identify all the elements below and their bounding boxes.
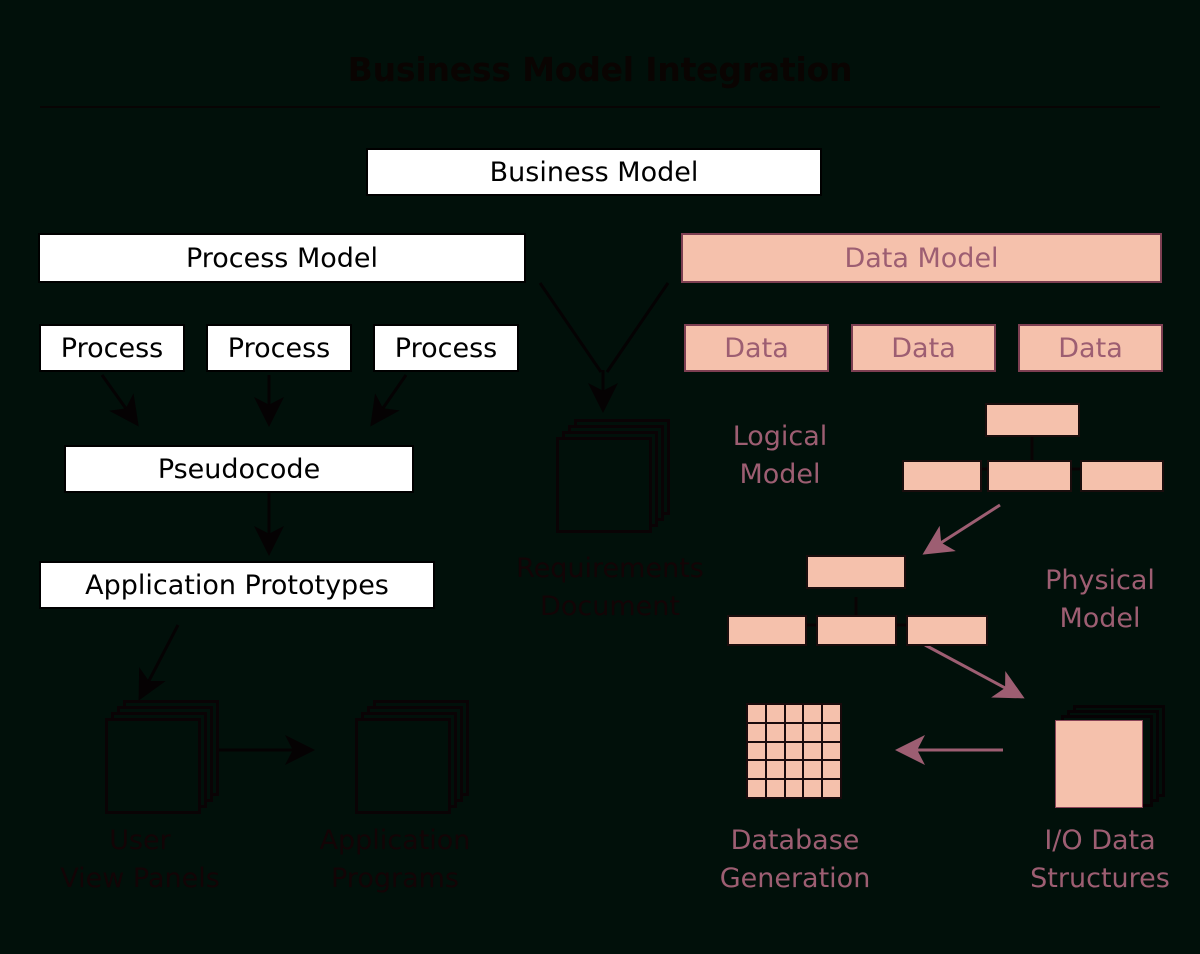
- database-grid-cell: [785, 723, 803, 741]
- caption-physical-model: Physical Model: [990, 562, 1200, 639]
- caption-line: Logical: [732, 421, 828, 452]
- caption-requirements-document: Requirements Document: [460, 550, 760, 627]
- database-grid-cell: [823, 705, 840, 722]
- box-process-1[interactable]: Process: [39, 324, 185, 372]
- document-sheet: [355, 718, 451, 814]
- database-grid-cell: [748, 723, 765, 741]
- box-process-2[interactable]: Process: [206, 324, 352, 372]
- physical-model-child-node[interactable]: [906, 615, 988, 646]
- database-grid-cell: [785, 761, 803, 779]
- database-grid-cell: [804, 723, 822, 741]
- database-grid-cell: [748, 780, 765, 797]
- icon-user-view-panels-stack: [105, 700, 219, 814]
- caption-line: Model: [1059, 603, 1141, 635]
- database-grid-cell: [766, 723, 784, 741]
- caption-line: I/O Data: [1044, 825, 1156, 856]
- database-grid-cell: [804, 705, 822, 722]
- caption-line: Application: [319, 825, 471, 856]
- caption-application-programs: Application Programs: [275, 822, 515, 899]
- database-grid-cell: [823, 761, 840, 779]
- box-data-model[interactable]: Data Model: [681, 233, 1162, 283]
- database-grid-cell: [748, 705, 765, 722]
- box-application-prototypes[interactable]: Application Prototypes: [39, 561, 435, 609]
- database-grid-cell: [748, 742, 765, 760]
- document-sheet: [105, 718, 201, 814]
- box-data-1[interactable]: Data: [684, 324, 829, 372]
- caption-io-data-structures: I/O Data Structures: [975, 822, 1200, 899]
- icon-requirements-document-stack: [556, 419, 670, 533]
- caption-line: Requirements: [516, 553, 704, 584]
- caption-line: Structures: [1030, 863, 1170, 895]
- database-grid-cell: [804, 780, 822, 797]
- document-sheet: [556, 437, 652, 533]
- document-sheet-front: [1055, 720, 1143, 808]
- database-grid-cell: [785, 705, 803, 722]
- icon-application-programs-stack: [355, 700, 469, 814]
- database-grid-cell: [766, 705, 784, 722]
- box-process-3[interactable]: Process: [373, 324, 519, 372]
- diagram-canvas: Business Model Integration Business Mode…: [0, 0, 1200, 954]
- database-grid-cell: [766, 742, 784, 760]
- box-pseudocode[interactable]: Pseudocode: [64, 445, 414, 493]
- caption-line: View Panels: [60, 863, 220, 895]
- database-grid-cell: [804, 761, 822, 779]
- caption-line: User: [109, 825, 171, 856]
- database-grid-cell: [748, 761, 765, 779]
- logical-model-child-node[interactable]: [1080, 460, 1164, 492]
- database-grid-cell: [785, 742, 803, 760]
- box-business-model[interactable]: Business Model: [366, 148, 822, 196]
- caption-line: Document: [540, 591, 680, 623]
- database-grid-cell: [785, 780, 803, 797]
- database-grid-cell: [766, 780, 784, 797]
- physical-model-child-node[interactable]: [727, 615, 807, 646]
- box-process-model[interactable]: Process Model: [38, 233, 526, 283]
- database-grid-cell: [823, 780, 840, 797]
- logical-model-child-node[interactable]: [987, 460, 1072, 492]
- database-grid-cell: [804, 742, 822, 760]
- page-title: Business Model Integration: [347, 50, 853, 89]
- box-data-3[interactable]: Data: [1018, 324, 1163, 372]
- icon-io-data-structures-stack: [1055, 705, 1165, 815]
- database-grid-cell: [823, 723, 840, 741]
- logical-model-root-node[interactable]: [985, 403, 1080, 437]
- title-divider: [40, 106, 1160, 108]
- physical-model-root-node[interactable]: [806, 555, 906, 589]
- caption-line: Model: [739, 459, 821, 491]
- box-data-2[interactable]: Data: [851, 324, 996, 372]
- caption-user-view-panels: User View Panels: [20, 822, 260, 899]
- caption-line: Programs: [331, 863, 459, 895]
- caption-logical-model: Logical Model: [670, 418, 890, 495]
- icon-database-grid: [746, 703, 842, 799]
- database-grid-cell: [823, 742, 840, 760]
- caption-line: Database: [730, 825, 860, 856]
- physical-model-child-node[interactable]: [816, 615, 897, 646]
- logical-model-child-node[interactable]: [902, 460, 982, 492]
- caption-database-generation: Database Generation: [670, 822, 920, 899]
- caption-line: Physical: [1045, 565, 1155, 596]
- caption-line: Generation: [719, 863, 871, 895]
- database-grid-cell: [766, 761, 784, 779]
